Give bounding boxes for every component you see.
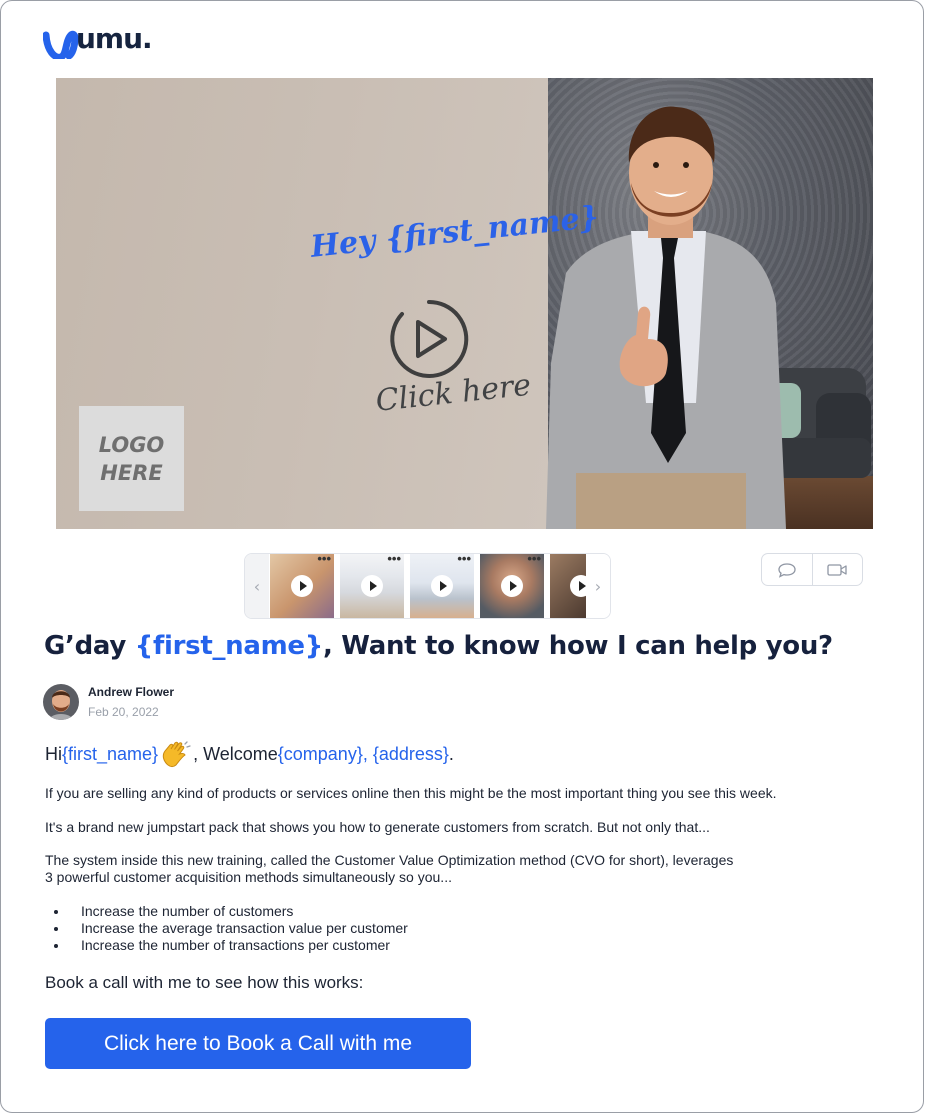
thumbnail-play-icon: [291, 575, 313, 597]
greeting-company-address-variable: {company}, {address}: [277, 743, 449, 764]
author-meta: Andrew Flower Feb 20, 2022: [88, 685, 174, 720]
greeting-hi: Hi: [45, 743, 62, 764]
list-item: Increase the number of transactions per …: [45, 937, 408, 954]
avatar-image: [43, 684, 79, 720]
thumbnail-play-icon: [361, 575, 383, 597]
thumbnail-play-icon: [431, 575, 453, 597]
thumbnail-more-icon[interactable]: •••: [457, 554, 471, 566]
paragraph-2: It's a brand new jumpstart pack that sho…: [45, 819, 710, 835]
video-actions: [761, 553, 863, 586]
thumbnail-more-icon[interactable]: •••: [387, 554, 401, 566]
author-name: Andrew Flower: [88, 684, 175, 699]
greeting-end: .: [448, 743, 454, 764]
thumbnail-more-icon[interactable]: •••: [317, 554, 331, 566]
post-title: G’day {first_name}, Want to know how I c…: [44, 631, 833, 661]
book-call-button[interactable]: Click here to Book a Call with me: [45, 1018, 471, 1069]
title-prefix: G’day: [44, 631, 135, 661]
comment-button[interactable]: [762, 554, 812, 585]
logo-placeholder-line2: HERE: [100, 460, 163, 485]
author-block: Andrew Flower Feb 20, 2022: [43, 684, 174, 720]
paragraph-3-line-2: 3 powerful customer acquisition methods …: [45, 869, 452, 885]
greeting-line: Hi {first_name} , Welcome {company}, {ad…: [45, 739, 454, 769]
book-call-label: Book a call with me to see how this work…: [45, 973, 364, 992]
record-video-button[interactable]: [811, 554, 863, 585]
email-preview-card: umu. Hey {first_name} Click here LOGO HE…: [0, 0, 924, 1113]
post-date: Feb 20, 2022: [88, 704, 159, 719]
benefit-list: Increase the number of customers Increas…: [45, 903, 408, 954]
title-suffix: , Want to know how I can help you?: [322, 631, 833, 661]
umu-logo-icon: [43, 30, 79, 59]
greeting-welcome: , Welcome: [193, 743, 278, 764]
comment-icon: [778, 562, 796, 578]
thumbnail-item[interactable]: •••: [340, 554, 404, 618]
play-circle-icon[interactable]: [387, 297, 471, 381]
thumbnail-more-icon[interactable]: •••: [527, 554, 541, 566]
paragraph-3-line-1: The system inside this new training, cal…: [45, 852, 734, 868]
greeting-first-name-variable: {first_name}: [62, 743, 159, 764]
thumbnail-item[interactable]: •••: [480, 554, 544, 618]
title-first-name-variable: {first_name}: [134, 631, 323, 661]
thumbnail-next-button[interactable]: ›: [586, 554, 610, 618]
thumbnail-play-icon: [570, 575, 586, 597]
video-camera-icon: [827, 563, 847, 576]
thumbnail-play-icon: [501, 575, 523, 597]
avatar[interactable]: [43, 684, 79, 720]
brand-logo[interactable]: umu.: [43, 19, 153, 59]
list-item: Increase the average transaction value p…: [45, 920, 408, 937]
waving-hand-icon: [162, 741, 191, 768]
video-player[interactable]: Hey {first_name} Click here LOGO HERE: [56, 78, 873, 529]
thumbnail-item[interactable]: [550, 554, 586, 618]
thumbnail-item[interactable]: •••: [410, 554, 474, 618]
presenter-image: [546, 106, 786, 529]
thumbnail-prev-button[interactable]: ‹: [245, 554, 269, 618]
thumbnail-item[interactable]: •••: [270, 554, 334, 618]
paragraph-1: If you are selling any kind of products …: [45, 785, 777, 801]
list-item: Increase the number of customers: [45, 903, 408, 920]
paragraph-3: The system inside this new training, cal…: [45, 852, 733, 886]
logo-placeholder: LOGO HERE: [79, 406, 184, 511]
brand-wordmark: umu.: [76, 22, 153, 55]
video-thumbnail-strip: ‹ ••• ••• ••• ••• ›: [244, 553, 611, 619]
logo-placeholder-line1: LOGO: [98, 432, 165, 457]
